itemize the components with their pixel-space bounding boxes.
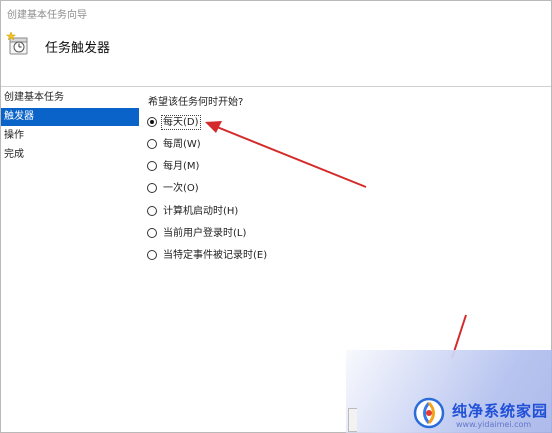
radio-button-checked[interactable] [147, 117, 157, 127]
radio-button[interactable] [147, 139, 157, 149]
wizard-button-edge[interactable] [348, 408, 357, 432]
wizard-steps-sidebar: 创建基本任务 触发器 操作 完成 [1, 87, 141, 432]
radio-at-startup[interactable]: 计算机启动时(H) [147, 204, 238, 220]
radio-button[interactable] [147, 161, 157, 171]
radio-label: 每周(W) [163, 139, 201, 150]
radio-at-logon[interactable]: 当前用户登录时(L) [147, 226, 246, 242]
radio-label: 每天(D) [161, 115, 201, 130]
radio-label: 一次(O) [163, 183, 199, 194]
sidebar-item-label: 触发器 [4, 111, 34, 122]
watermark-brand: 纯净系统家园 [452, 402, 549, 420]
sidebar-item-finish[interactable]: 完成 [1, 146, 139, 164]
radio-daily[interactable]: 每天(D) [147, 115, 201, 131]
radio-monthly[interactable]: 每月(M) [147, 159, 199, 175]
radio-label: 当特定事件被记录时(E) [163, 250, 268, 261]
wizard-header: 任务触发器 [1, 23, 551, 85]
sidebar-item-label: 创建基本任务 [4, 92, 64, 103]
radio-button[interactable] [147, 183, 157, 193]
page-title: 任务触发器 [45, 41, 111, 56]
radio-button[interactable] [147, 206, 157, 216]
sidebar-item-label: 完成 [4, 149, 24, 160]
title-bar: 创建基本任务向导 [1, 1, 551, 23]
sidebar-item-trigger[interactable]: 触发器 [1, 108, 139, 126]
sidebar-item-action[interactable]: 操作 [1, 127, 139, 145]
window-title: 创建基本任务向导 [7, 10, 87, 21]
radio-label: 当前用户登录时(L) [163, 228, 247, 239]
radio-button[interactable] [147, 250, 157, 260]
sidebar-item-label: 操作 [4, 130, 24, 141]
radio-weekly[interactable]: 每周(W) [147, 137, 201, 153]
radio-label: 计算机启动时(H) [163, 206, 239, 217]
radio-on-event[interactable]: 当特定事件被记录时(E) [147, 248, 267, 264]
watermark-logo [413, 397, 445, 429]
radio-once[interactable]: 一次(O) [147, 181, 199, 197]
watermark-url: www.yidaimei.com [456, 420, 532, 429]
sidebar-item-create-basic-task[interactable]: 创建基本任务 [1, 89, 139, 107]
trigger-question: 希望该任务何时开始? [148, 97, 244, 108]
radio-button[interactable] [147, 228, 157, 238]
task-clock-icon [6, 31, 28, 55]
radio-label: 每月(M) [163, 161, 200, 172]
